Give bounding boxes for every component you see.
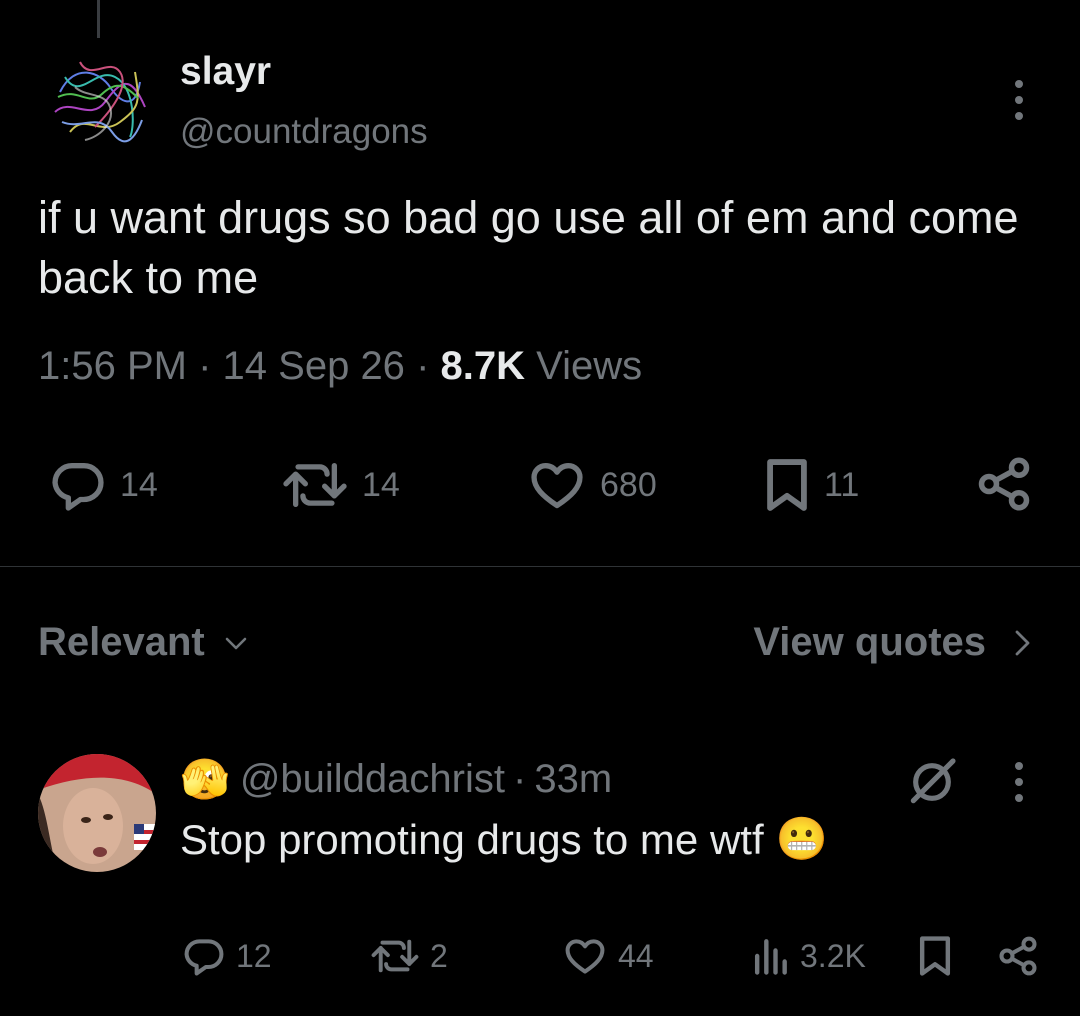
reply-views-button[interactable]: 3.2K — [750, 934, 866, 978]
thread-connector-line — [97, 0, 100, 38]
repost-icon — [371, 939, 419, 973]
grok-icon[interactable] — [904, 754, 960, 815]
heart-icon — [531, 463, 583, 509]
reply-separator: · — [513, 757, 527, 801]
reply-text-emoji: 😬 — [775, 815, 828, 862]
sort-label: Relevant — [38, 620, 205, 664]
bookmark-count: 11 — [824, 465, 860, 504]
more-options-icon[interactable] — [1004, 78, 1034, 122]
reply-bookmark-button[interactable] — [916, 934, 954, 978]
reply-reply-count: 12 — [236, 937, 272, 974]
repost-count: 14 — [362, 465, 400, 504]
reply-time: 33m — [534, 757, 613, 801]
author-handle[interactable]: @countdragons — [180, 112, 428, 152]
repost-icon — [283, 463, 347, 507]
like-button[interactable]: 680 — [526, 456, 657, 514]
sort-replies-dropdown[interactable]: Relevant — [38, 620, 249, 665]
tweet-date: 14 Sep 26 — [222, 344, 405, 388]
bookmark-button[interactable]: 11 — [762, 456, 859, 514]
reply-author-avatar[interactable] — [38, 754, 156, 872]
analytics-icon — [754, 939, 787, 975]
author-display-name[interactable]: slayr — [180, 50, 271, 94]
repost-button[interactable]: 14 — [280, 456, 400, 514]
reply-text: Stop promoting drugs to me wtf 😬 — [180, 815, 828, 864]
tweet-time: 1:56 PM — [38, 344, 187, 388]
bookmark-icon — [919, 936, 951, 976]
like-count: 680 — [600, 465, 657, 504]
bookmark-icon — [767, 459, 807, 511]
views-count[interactable]: 8.7K — [441, 344, 526, 388]
share-icon — [999, 936, 1037, 976]
reply-more-options-icon[interactable] — [1004, 760, 1034, 809]
reply-like-count: 44 — [618, 937, 654, 974]
reply-text-content: Stop promoting drugs to me wtf — [180, 815, 764, 863]
reply-reply-button[interactable]: 12 — [182, 934, 272, 978]
views-label: Views — [536, 344, 643, 388]
share-icon — [978, 457, 1030, 511]
tweet-text: if u want drugs so bad go use all of em … — [38, 192, 1019, 303]
reply-repost-count: 2 — [430, 937, 448, 974]
chevron-down-icon — [225, 637, 247, 649]
reply-icon — [184, 939, 224, 976]
meta-separator: · — [198, 344, 212, 388]
reply-icon — [52, 463, 104, 511]
reply-count: 14 — [120, 465, 158, 504]
reply-button[interactable]: 14 — [48, 456, 158, 514]
reply-author-handle[interactable]: @builddachrist — [240, 757, 505, 802]
reply-repost-button[interactable]: 2 — [370, 934, 448, 978]
reply-header: 🫣 @builddachrist · 33m — [180, 756, 612, 803]
section-divider — [0, 566, 1080, 567]
view-quotes-link[interactable]: View quotes — [753, 620, 1032, 665]
tweet-meta: 1:56 PM · 14 Sep 26 · 8.7K Views — [38, 344, 642, 389]
reply-like-button[interactable]: 44 — [562, 934, 654, 978]
author-avatar[interactable] — [40, 42, 156, 158]
reply-author-emoji: 🫣 — [180, 758, 230, 802]
view-quotes-label: View quotes — [753, 620, 986, 664]
heart-icon — [565, 939, 605, 974]
meta-separator: · — [416, 344, 430, 388]
share-button[interactable] — [974, 454, 1034, 514]
reply-share-button[interactable] — [996, 934, 1040, 978]
reply-views-count: 3.2K — [800, 937, 866, 974]
chevron-right-icon — [1015, 630, 1030, 655]
